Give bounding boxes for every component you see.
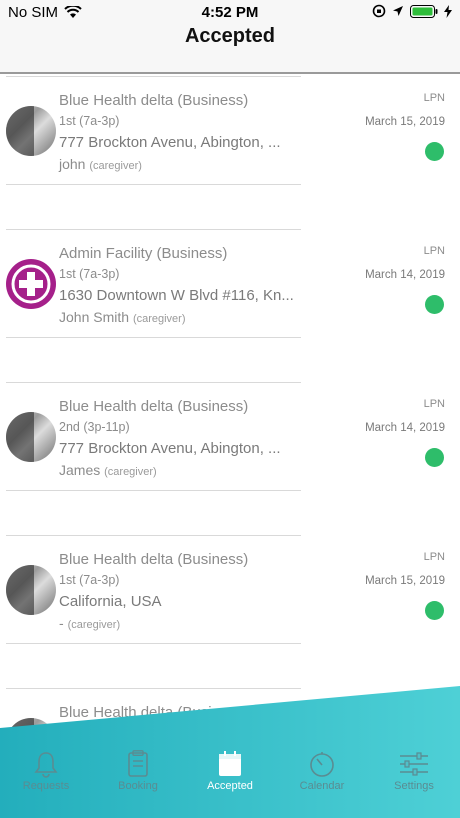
shift-type: LPN: [423, 398, 445, 410]
caregiver-name: James: [59, 462, 101, 478]
location-icon: [393, 6, 403, 16]
facility-avatar: [6, 412, 56, 462]
caregiver-name: John Smith: [59, 309, 130, 325]
divider: [6, 490, 301, 491]
caregiver-role: (caregiver): [67, 619, 121, 631]
calendar-icon: [219, 751, 241, 776]
facility-address: California, USA: [59, 593, 162, 610]
tab-label: Accepted: [207, 780, 253, 792]
divider: [6, 535, 301, 536]
shift-type: LPN: [423, 245, 445, 257]
page-title: Accepted: [184, 25, 276, 47]
caregiver: john (caregiver): [59, 156, 142, 172]
tab-label: Calendar: [299, 780, 345, 792]
caregiver: - (caregiver): [59, 615, 120, 631]
shift-time: 2nd (3p-11p): [59, 420, 130, 434]
tab-label: Booking: [118, 780, 158, 792]
battery-icon: [410, 4, 438, 18]
caregiver-name: -: [59, 615, 64, 631]
facility-avatar: [6, 106, 56, 156]
shift-card[interactable]: Blue Health delta (Business) 1st (7a-3p)…: [0, 76, 460, 186]
facility-address: 1630 Downtown W Blvd #116, Kn...: [59, 287, 294, 304]
status-right: [372, 4, 452, 18]
facility-avatar: [6, 259, 56, 309]
shift-date: March 14, 2019: [365, 269, 445, 281]
status-dot: [425, 295, 444, 314]
shift-card[interactable]: Blue Health delta (Business) 2nd (3p-11p…: [0, 382, 460, 492]
tab-accepted[interactable]: Accepted: [184, 744, 276, 792]
charging-icon: [444, 4, 452, 18]
caregiver: John Smith (caregiver): [59, 309, 186, 325]
status-dot: [425, 142, 444, 161]
facility-name: Admin Facility (Business): [59, 245, 228, 262]
caregiver-role: (caregiver): [104, 466, 157, 478]
bell-icon: [34, 752, 58, 778]
shift-date: March 15, 2019: [365, 116, 445, 128]
tab-label: Requests: [22, 780, 70, 792]
shift-time: 1st (7a-3p): [59, 573, 120, 587]
divider: [6, 229, 301, 230]
tab-booking[interactable]: Booking: [92, 744, 184, 792]
shift-type: LPN: [423, 92, 445, 104]
sliders-icon: [400, 752, 428, 776]
shift-card[interactable]: Blue Health delta (Business) 1st (7a-3p)…: [0, 535, 460, 645]
facility-address: 777 Brockton Avenu, Abington, ...: [59, 134, 281, 151]
divider: [6, 382, 301, 383]
tab-label: Settings: [394, 780, 434, 792]
divider: [6, 184, 301, 185]
clock-icon: [310, 752, 334, 777]
status-bar: No SIM 4:52 PM: [0, 0, 460, 24]
shift-date: March 15, 2019: [365, 575, 445, 587]
shift-time: 1st (7a-3p): [59, 267, 120, 281]
tab-settings[interactable]: Settings: [368, 744, 460, 792]
tab-requests[interactable]: Requests: [0, 744, 92, 792]
navigation-bar: Accepted: [0, 24, 460, 74]
shift-time: 1st (7a-3p): [59, 114, 120, 128]
tab-calendar[interactable]: Calendar: [276, 744, 368, 792]
caregiver-name: john: [59, 156, 86, 172]
caregiver-role: (caregiver): [89, 160, 142, 172]
facility-name: Blue Health delta (Business): [59, 92, 249, 109]
clipboard-icon: [128, 750, 148, 777]
caregiver-role: (caregiver): [132, 313, 186, 325]
divider: [6, 76, 301, 77]
status-dot: [425, 448, 444, 467]
shift-card[interactable]: Admin Facility (Business) 1st (7a-3p) 16…: [0, 229, 460, 339]
shift-date: March 14, 2019: [365, 422, 445, 434]
medical-cross-icon: [11, 264, 51, 304]
divider: [6, 643, 301, 644]
caregiver: James (caregiver): [59, 462, 157, 478]
facility-address: 777 Brockton Avenu, Abington, ...: [59, 440, 281, 457]
divider: [6, 337, 301, 338]
tabs: Requests Booking Accepted Calendar Setti…: [0, 744, 460, 818]
shift-type: LPN: [423, 551, 445, 563]
facility-name: Blue Health delta (Business): [59, 398, 249, 415]
status-dot: [425, 601, 444, 620]
orientation-lock-icon: [372, 4, 386, 18]
facility-name: Blue Health delta (Business): [59, 551, 249, 568]
facility-avatar: [6, 565, 56, 615]
